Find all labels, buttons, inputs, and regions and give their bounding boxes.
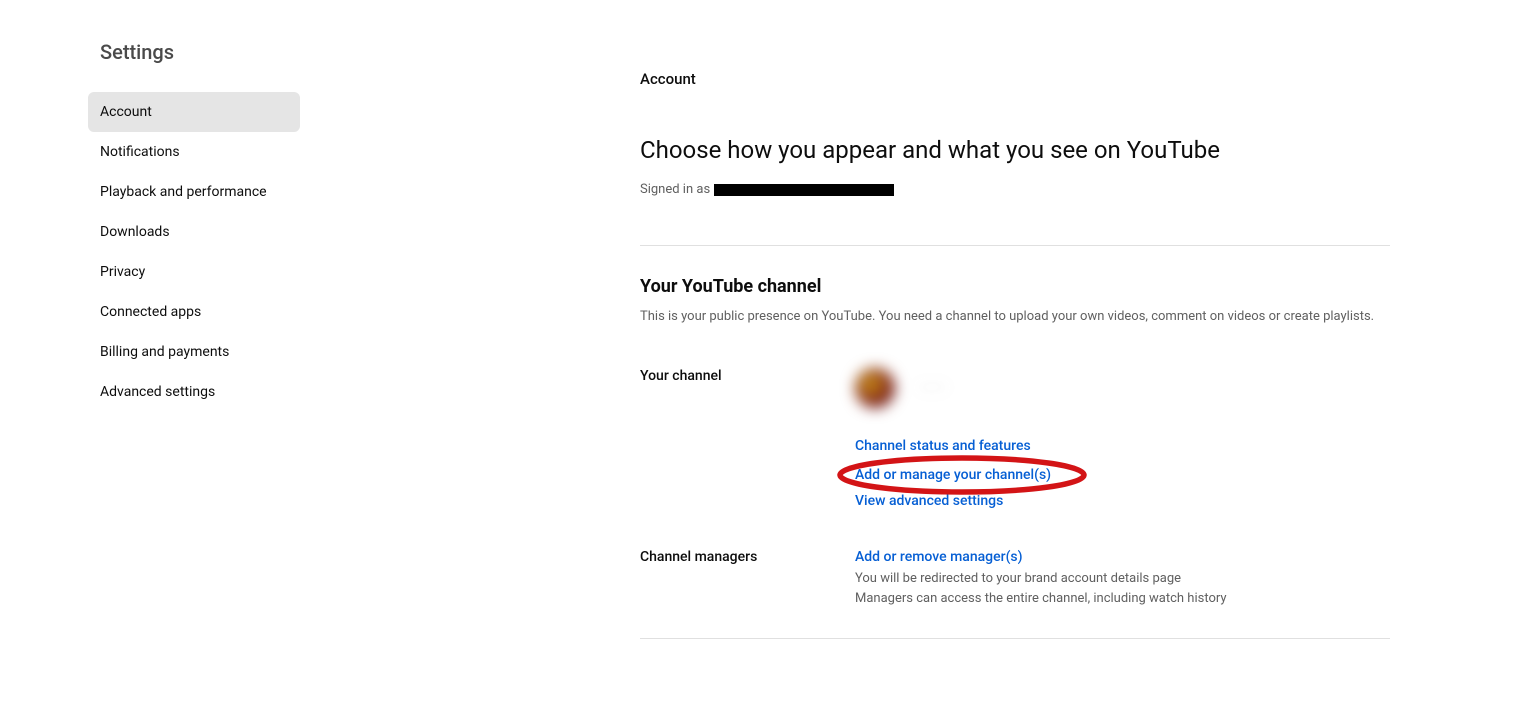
main-content: Account Choose how you appear and what y… xyxy=(300,40,1400,669)
sidebar-title: Settings xyxy=(88,40,300,64)
signed-in-email-redacted xyxy=(714,184,894,196)
sidebar-item-playback[interactable]: Playback and performance xyxy=(88,172,300,212)
page-title: Choose how you appear and what you see o… xyxy=(640,136,1400,164)
sidebar-item-account[interactable]: Account xyxy=(88,92,300,132)
managers-desc-line2: Managers can access the entire channel, … xyxy=(855,589,1400,609)
channel-name: ····· xyxy=(919,380,947,396)
sidebar-item-connected-apps[interactable]: Connected apps xyxy=(88,292,300,332)
channel-avatar xyxy=(855,368,895,408)
signed-in-line: Signed in as xyxy=(640,182,1400,197)
your-channel-content: ····· Channel status and features Add or… xyxy=(855,368,1400,519)
channel-managers-label: Channel managers xyxy=(640,549,855,608)
managers-desc-line1: You will be redirected to your brand acc… xyxy=(855,569,1400,589)
link-manage-channels[interactable]: Add or manage your channel(s) xyxy=(855,467,1051,483)
channel-managers-content: Add or remove manager(s) You will be red… xyxy=(855,549,1400,608)
divider xyxy=(640,245,1390,246)
sidebar-item-privacy[interactable]: Privacy xyxy=(88,252,300,292)
sidebar-item-advanced-settings[interactable]: Advanced settings xyxy=(88,372,300,412)
link-view-advanced[interactable]: View advanced settings xyxy=(855,493,1400,509)
section-your-channel-title: Your YouTube channel xyxy=(640,276,1400,297)
sidebar-item-billing[interactable]: Billing and payments xyxy=(88,332,300,372)
settings-sidebar: Settings Account Notifications Playback … xyxy=(0,40,300,669)
section-your-channel-desc: This is your public presence on YouTube.… xyxy=(640,309,1400,324)
link-channel-status[interactable]: Channel status and features xyxy=(855,438,1400,454)
sidebar-item-notifications[interactable]: Notifications xyxy=(88,132,300,172)
your-channel-row: Your channel ····· Channel status and fe… xyxy=(640,368,1400,519)
signed-in-prefix: Signed in as xyxy=(640,182,710,197)
page-heading: Account xyxy=(640,70,1400,88)
your-channel-label: Your channel xyxy=(640,368,855,519)
channel-managers-row: Channel managers Add or remove manager(s… xyxy=(640,549,1400,608)
link-add-remove-managers[interactable]: Add or remove manager(s) xyxy=(855,549,1400,565)
divider-bottom xyxy=(640,638,1390,639)
sidebar-item-downloads[interactable]: Downloads xyxy=(88,212,300,252)
channel-identity: ····· xyxy=(855,368,1400,408)
link-manage-wrapper: Add or manage your channel(s) xyxy=(855,467,1051,493)
